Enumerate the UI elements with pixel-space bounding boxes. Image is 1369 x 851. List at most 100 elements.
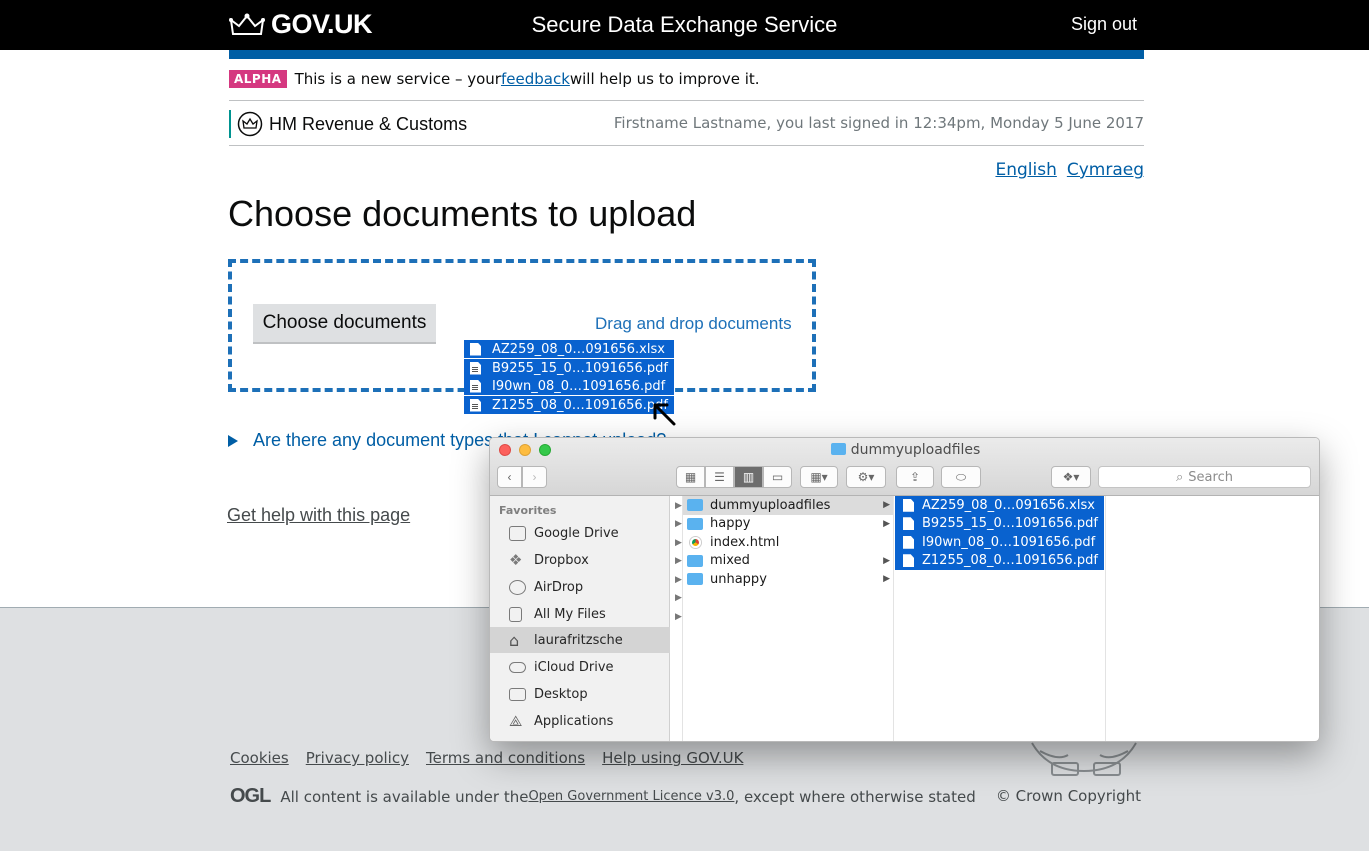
pdf-file-icon	[470, 398, 481, 412]
chevron-left-icon: ‹	[507, 470, 512, 484]
list-view-button[interactable]: ☰	[705, 466, 734, 488]
files-icon	[509, 606, 522, 622]
disclosure-arrow-icon: ▶	[675, 500, 682, 510]
disclosure-arrow-icon: ▶	[675, 537, 682, 547]
dropbox-toolbar-button[interactable]: ❖▾	[1051, 466, 1091, 488]
ogl-logo: OGL	[230, 785, 271, 807]
close-window-button[interactable]	[499, 444, 511, 456]
disclosure-arrow-icon: ▶	[675, 592, 682, 602]
licence-text-before: All content is available under the	[280, 787, 529, 806]
page-title: Choose documents to upload	[228, 193, 697, 234]
sidebar-item-label: laurafritzsche	[534, 632, 623, 648]
arrange-button[interactable]: ▦▾	[800, 466, 838, 488]
folder-row-mixed[interactable]: mixed ▶	[683, 552, 893, 571]
feedback-link[interactable]: feedback	[501, 70, 570, 88]
get-help-link[interactable]: Get help with this page	[227, 505, 410, 526]
sidebar-item-dropbox[interactable]: ❖ Dropbox	[490, 547, 670, 573]
sidebar-item-label: Dropbox	[534, 552, 589, 568]
dragged-file: I90wn_08_0…1091656.pdf	[464, 377, 674, 395]
dragged-file-name: I90wn_08_0…1091656.pdf	[492, 378, 666, 394]
finder-column-3[interactable]: AZ259_08_0…091656.xlsx B9255_15_0…109165…	[894, 496, 1106, 741]
terms-link[interactable]: Terms and conditions	[426, 749, 585, 767]
sign-out-link[interactable]: Sign out	[1071, 14, 1137, 35]
row-label: unhappy	[710, 571, 767, 587]
minimize-window-button[interactable]	[519, 444, 531, 456]
disclosure-arrow-icon: ▶	[883, 574, 890, 585]
crown-copyright[interactable]: © Crown Copyright	[996, 787, 1141, 805]
sidebar-item-all-my-files[interactable]: All My Files	[490, 601, 670, 627]
chrome-icon	[690, 536, 701, 548]
organisation: HM Revenue & Customs	[229, 110, 467, 138]
help-using-govuk-link[interactable]: Help using GOV.UK	[602, 749, 743, 767]
file-row[interactable]: Z1255_08_0…1091656.pdf	[895, 551, 1104, 570]
row-label: happy	[710, 516, 751, 532]
disclosure-arrow-icon: ▶	[883, 500, 890, 511]
royal-crest-icon	[237, 111, 263, 137]
pdf-file-icon	[470, 379, 481, 393]
sidebar-item-label: iCloud Drive	[534, 659, 614, 675]
tags-button[interactable]: ⬭	[941, 466, 981, 488]
language-cymraeg[interactable]: Cymraeg	[1067, 160, 1144, 180]
cloud-icon	[509, 661, 526, 673]
file-row-index-html[interactable]: index.html	[683, 533, 893, 552]
folder-row-happy[interactable]: happy ▶	[683, 515, 893, 534]
organisation-name: HM Revenue & Customs	[269, 113, 468, 134]
icon-view-button[interactable]: ▦	[676, 466, 705, 488]
cookies-link[interactable]: Cookies	[230, 749, 289, 767]
licence-statement: OGL All content is available under the O…	[230, 785, 976, 808]
finder-column-2[interactable]: dummyuploadfiles ▶ happy ▶ index.html mixe…	[683, 496, 894, 741]
sidebar-item-icloud-drive[interactable]: iCloud Drive	[490, 654, 670, 680]
footer-links: Cookies Privacy policy Terms and condition…	[230, 749, 760, 767]
choose-documents-button[interactable]: Choose documents	[253, 304, 436, 344]
licence-text-after: , except where otherwise stated	[734, 787, 976, 806]
disclosure-arrow-icon: ▶	[675, 574, 682, 584]
file-row[interactable]: AZ259_08_0…091656.xlsx	[895, 496, 1104, 515]
dragged-file: AZ259_08_0…091656.xlsx	[464, 340, 674, 358]
privacy-policy-link[interactable]: Privacy policy	[306, 749, 409, 767]
govuk-logo[interactable]: GOV.UK	[229, 9, 373, 40]
disclosure-arrow-icon: ▶	[883, 555, 890, 566]
licence-link[interactable]: Open Government Licence v3.0	[528, 789, 734, 804]
file-row[interactable]: B9255_15_0…1091656.pdf	[895, 514, 1104, 533]
cover-flow-button[interactable]: ▭	[763, 466, 792, 488]
finder-window[interactable]: dummyuploadfiles ‹ › ▦ ☰ ▥ ▭ ▦▾ ⚙▾ ⇪ ⬭ ❖…	[489, 437, 1320, 742]
service-name[interactable]: Secure Data Exchange Service	[532, 12, 838, 37]
sidebar-item-label: Applications	[534, 713, 614, 729]
logo-text: GOV.UK	[271, 9, 373, 39]
column-view-button[interactable]: ▥	[734, 466, 763, 488]
file-row[interactable]: I90wn_08_0…1091656.pdf	[895, 533, 1104, 552]
pdf-file-icon	[903, 554, 914, 568]
forward-button[interactable]: ›	[522, 466, 547, 488]
row-label: B9255_15_0…1091656.pdf	[922, 516, 1098, 532]
sidebar-item-label: Google Drive	[534, 525, 619, 541]
sidebar-item-airdrop[interactable]: AirDrop	[490, 574, 670, 600]
sidebar-item-desktop[interactable]: Desktop	[490, 681, 670, 707]
row-label: dummyuploadfiles	[710, 497, 831, 513]
dropbox-icon: ❖	[509, 550, 523, 569]
arrange-icon: ▦▾	[810, 470, 828, 484]
tag-icon: ⬭	[955, 469, 967, 484]
phase-banner: ALPHA This is a new service – your feedb…	[229, 70, 760, 88]
sidebar-item-applications[interactable]: ⟁ Applications	[490, 708, 670, 734]
back-button[interactable]: ‹	[497, 466, 522, 488]
disclosure-arrow-icon: ▶	[675, 555, 682, 565]
zoom-window-button[interactable]	[539, 444, 551, 456]
finder-search-field[interactable]: ⌕ Search	[1098, 466, 1311, 488]
share-button[interactable]: ⇪	[896, 466, 934, 488]
row-label: index.html	[710, 534, 780, 550]
folder-row-unhappy[interactable]: unhappy ▶	[683, 570, 893, 589]
folder-row-dummyuploadfiles[interactable]: dummyuploadfiles ▶	[683, 496, 893, 515]
language-english[interactable]: English	[995, 160, 1056, 180]
home-icon: ⌂	[509, 630, 520, 650]
folder-icon	[687, 573, 703, 586]
sidebar-item-google-drive[interactable]: Google Drive	[490, 520, 670, 546]
folder-icon	[687, 499, 703, 512]
crown-icon	[229, 13, 265, 35]
dragged-file: Z1255_08_0…1091656.pdf	[464, 396, 674, 414]
favorites-label: Favorites	[499, 504, 557, 517]
action-button[interactable]: ⚙▾	[846, 466, 886, 488]
divider	[229, 145, 1144, 146]
folder-icon	[509, 525, 526, 541]
sidebar-item-home[interactable]: ⌂ laurafritzsche	[490, 627, 670, 653]
mouse-cursor-icon	[653, 403, 676, 426]
